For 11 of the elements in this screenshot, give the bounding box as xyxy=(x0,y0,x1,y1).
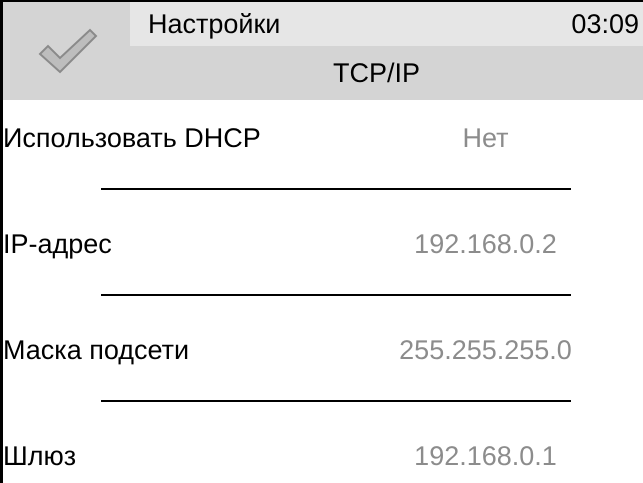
setting-value[interactable]: 192.168.0.1 xyxy=(378,440,593,472)
setting-value[interactable]: 255.255.255.0 xyxy=(378,334,593,366)
setting-label: IP-адрес xyxy=(3,228,113,260)
screen-title: Настройки xyxy=(148,8,280,40)
setting-label: Маска подсети xyxy=(3,334,190,366)
clock-time: 03:09 xyxy=(571,8,639,40)
section-title: TCP/IP xyxy=(332,58,420,88)
setting-label: Шлюз xyxy=(3,440,78,472)
setting-value[interactable]: Нет xyxy=(378,122,593,154)
setting-label: Использовать DHCP xyxy=(3,122,262,154)
setting-value[interactable]: 192.168.0.2 xyxy=(378,228,593,260)
